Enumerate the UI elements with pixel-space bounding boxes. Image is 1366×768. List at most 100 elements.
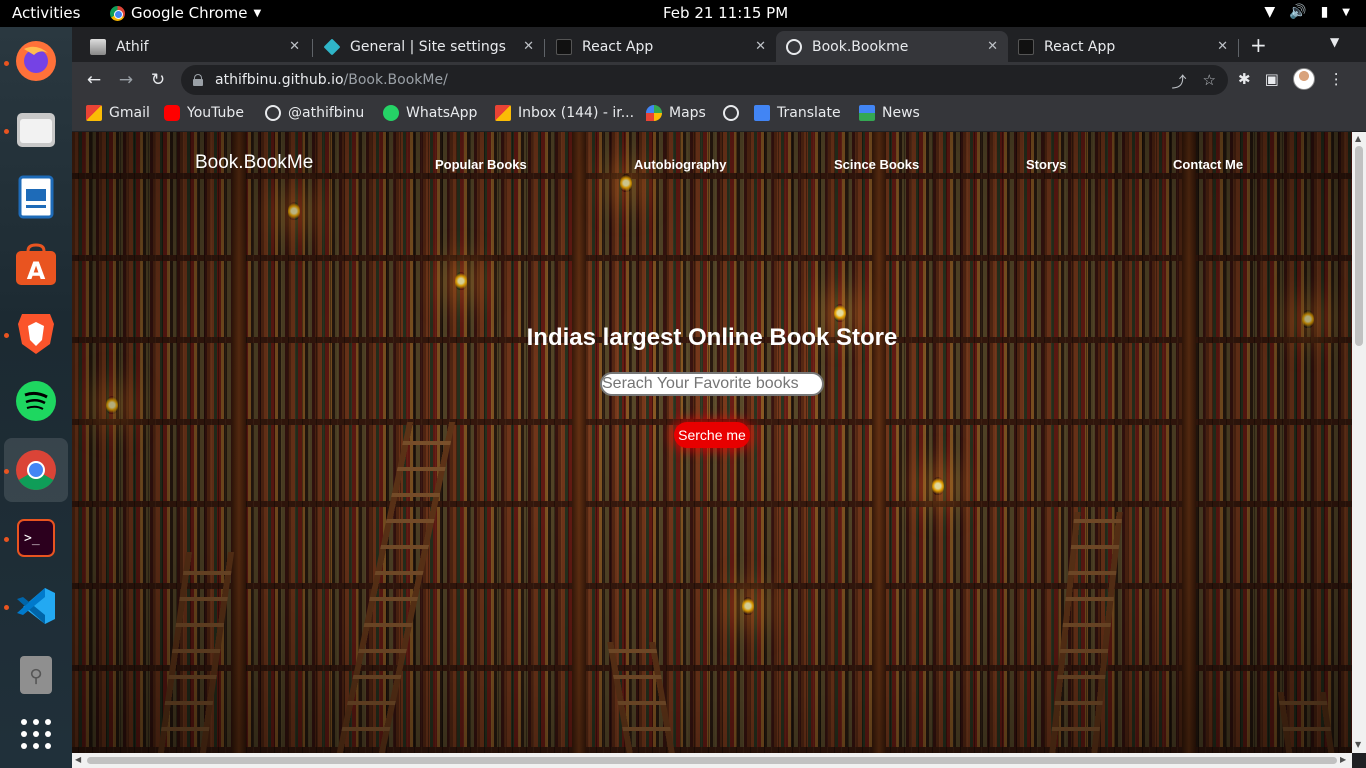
app-center-icon[interactable]: A	[12, 241, 60, 289]
close-icon[interactable]: ✕	[289, 39, 300, 54]
bookmark-athifbinu[interactable]: @athifbinu	[265, 105, 364, 121]
tab-title: Athif	[116, 38, 149, 55]
globe-icon	[786, 38, 802, 55]
nav-autobiography[interactable]: Autobiography	[634, 157, 726, 172]
nav-popular-books[interactable]: Popular Books	[435, 157, 527, 172]
scrollbar-thumb[interactable]	[1355, 146, 1363, 346]
site-logo[interactable]: Book.BookMe	[195, 152, 313, 174]
nav-contact-me[interactable]: Contact Me	[1173, 157, 1243, 172]
svg-text:>_: >_	[24, 531, 40, 546]
bookmark-label: WhatsApp	[406, 105, 478, 121]
chrome-icon[interactable]	[12, 446, 60, 494]
tab-strip: Athif ✕ General | Site settings ✕ React …	[72, 27, 1366, 62]
ladder	[157, 552, 235, 753]
app-menu[interactable]: Google Chrome ▼	[110, 4, 261, 22]
candle-light	[455, 272, 467, 290]
libreoffice-impress-icon[interactable]	[12, 173, 60, 221]
side-panel-icon[interactable]: ▣	[1265, 70, 1279, 88]
firefox-icon[interactable]	[12, 37, 60, 85]
bookmark-news[interactable]: News	[859, 105, 920, 121]
reload-icon[interactable]: ↻	[146, 68, 170, 92]
share-icon[interactable]: ⤴	[1172, 71, 1187, 92]
nav-science-books[interactable]: Scince Books	[834, 157, 919, 172]
bookmark-globe[interactable]	[723, 105, 739, 121]
battery-icon: ▮	[1320, 4, 1329, 20]
search-button[interactable]: Serche me	[674, 422, 750, 448]
globe-icon	[265, 105, 281, 121]
tab-athif[interactable]: Athif ✕	[80, 31, 310, 62]
book-search-input[interactable]	[600, 372, 824, 396]
forward-icon[interactable]: →	[114, 68, 138, 92]
tab-separator	[312, 39, 313, 57]
show-apps-icon[interactable]	[12, 710, 60, 758]
close-icon[interactable]: ✕	[987, 39, 998, 54]
candle-light	[932, 477, 944, 495]
chevron-down-icon[interactable]: ▼	[1330, 35, 1339, 49]
candle-light	[106, 396, 118, 414]
scroll-right-icon[interactable]: ▶	[1340, 755, 1346, 764]
scroll-up-icon[interactable]: ▲	[1355, 134, 1361, 143]
lock-icon[interactable]	[193, 74, 203, 86]
bookmark-label: Translate	[777, 105, 841, 121]
ladder	[336, 422, 456, 753]
globe-icon	[723, 105, 739, 121]
bookmark-maps[interactable]: Maps	[646, 105, 706, 121]
system-tray[interactable]: ▼ 🔊 ▮ ▼	[1264, 4, 1350, 20]
tab-book-bookme[interactable]: Book.Bookme ✕	[776, 31, 1008, 62]
usb-drive-icon[interactable]: ⚲	[12, 650, 60, 698]
shelf-post	[872, 132, 886, 753]
bookmark-whatsapp[interactable]: WhatsApp	[383, 105, 477, 121]
bookmark-inbox[interactable]: Inbox (144) - ir...	[495, 105, 634, 121]
extensions-icon[interactable]: ✱	[1238, 70, 1251, 88]
new-tab-button[interactable]: +	[1250, 33, 1267, 57]
bookmark-label: YouTube	[187, 105, 244, 121]
files-icon[interactable]	[12, 105, 60, 153]
running-indicator	[4, 129, 9, 134]
close-icon[interactable]: ✕	[523, 39, 534, 54]
address-bar[interactable]: athifbinu.github.io/Book.BookMe/ ⤴ ☆	[181, 65, 1228, 95]
bookmark-gmail[interactable]: Gmail	[86, 105, 150, 121]
spotify-icon[interactable]	[12, 377, 60, 425]
vertical-scrollbar[interactable]: ▲ ▼	[1352, 132, 1366, 753]
candle-light	[288, 202, 300, 220]
vscode-icon[interactable]	[12, 582, 60, 630]
clock[interactable]: Feb 21 11:15 PM	[663, 4, 788, 22]
scrollbar-thumb[interactable]	[87, 757, 1337, 764]
browser-window: Athif ✕ General | Site settings ✕ React …	[72, 27, 1366, 768]
activities-button[interactable]: Activities	[12, 4, 80, 22]
shelf-post	[232, 132, 246, 753]
bookmark-star-icon[interactable]: ☆	[1203, 71, 1216, 92]
scroll-left-icon[interactable]: ◀	[75, 755, 81, 764]
tab-title: General | Site settings	[350, 38, 506, 55]
profile-photo-icon	[90, 38, 106, 55]
profile-avatar[interactable]	[1292, 68, 1315, 90]
terminal-icon[interactable]: >_	[12, 514, 60, 562]
tab-title: Book.Bookme	[812, 38, 909, 55]
react-app-icon	[1018, 38, 1034, 55]
close-icon[interactable]: ✕	[1217, 39, 1228, 54]
ladder	[607, 642, 675, 753]
tab-react-app-2[interactable]: React App ✕	[1008, 31, 1238, 62]
translate-icon	[754, 105, 770, 121]
bookmark-label: Inbox (144) - ir...	[518, 105, 635, 121]
scroll-down-icon[interactable]: ▼	[1355, 740, 1361, 749]
close-icon[interactable]: ✕	[755, 39, 766, 54]
bookmark-label: Gmail	[109, 105, 150, 121]
app-menu-label: Google Chrome	[131, 4, 248, 22]
more-menu-icon[interactable]: ⋮	[1329, 70, 1344, 88]
bookmark-translate[interactable]: Translate	[754, 105, 841, 121]
tab-react-app[interactable]: React App ✕	[546, 31, 776, 62]
brave-icon[interactable]	[12, 309, 60, 357]
running-indicator	[4, 537, 9, 542]
horizontal-scrollbar[interactable]: ◀ ▶	[72, 753, 1352, 768]
browser-toolbar: ← → ↻ athifbinu.github.io/Book.BookMe/ ⤴…	[72, 62, 1366, 98]
nav-storys[interactable]: Storys	[1026, 157, 1066, 172]
tab-separator	[544, 39, 545, 57]
gmail-icon	[495, 105, 511, 121]
back-icon[interactable]: ←	[82, 68, 106, 92]
svg-text:⚲: ⚲	[29, 666, 42, 687]
bookmarks-bar: Gmail YouTube @athifbinu WhatsApp Inbox …	[72, 98, 1366, 132]
bookmark-youtube[interactable]: YouTube	[164, 105, 244, 121]
tab-title: React App	[1044, 38, 1116, 55]
tab-site-settings[interactable]: General | Site settings ✕	[314, 31, 544, 62]
